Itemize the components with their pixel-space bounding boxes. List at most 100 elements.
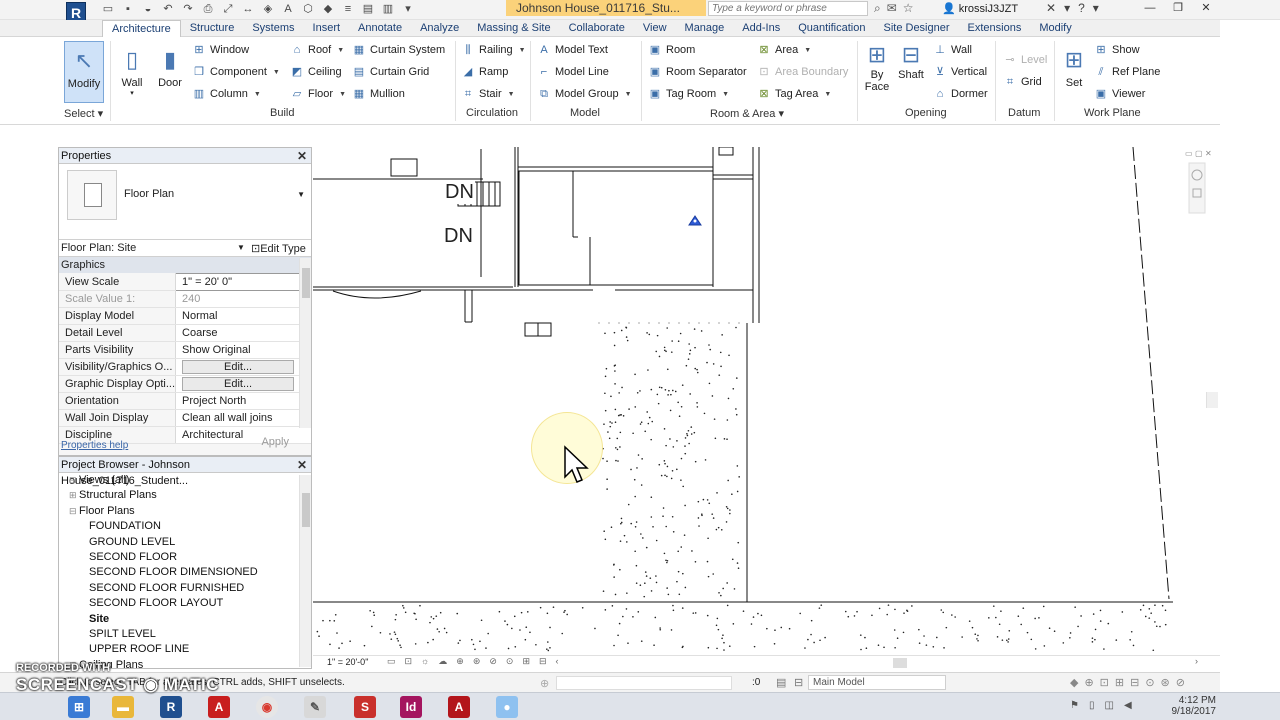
- properties-close-icon[interactable]: ✕: [297, 148, 307, 164]
- edit-type-button[interactable]: ⊡Edit Type: [251, 242, 306, 255]
- wall-button[interactable]: ▯ Wall ▾: [112, 41, 152, 103]
- autodesk-taskbar-icon[interactable]: A: [208, 696, 230, 718]
- qat-dropdown-icon[interactable]: ▾: [400, 1, 416, 17]
- design-option-select[interactable]: Main Model: [808, 675, 946, 690]
- collapse-icon[interactable]: ⊟: [69, 506, 79, 516]
- type-selector[interactable]: Floor Plan ▼: [59, 164, 311, 240]
- view-minimize-icon[interactable]: ▭: [1185, 149, 1193, 158]
- dormer-tool[interactable]: ⌂ Dormer: [933, 86, 988, 102]
- model-group-dropdown-icon[interactable]: ▼: [625, 91, 632, 98]
- browser-scroll-thumb[interactable]: [302, 493, 310, 527]
- redo-icon[interactable]: ↷: [180, 1, 196, 17]
- editable-only-icon[interactable]: ▤: [776, 676, 786, 689]
- browser-node[interactable]: FOUNDATION: [59, 519, 311, 534]
- help-search-input[interactable]: [712, 2, 867, 15]
- indesign-taskbar-icon[interactable]: Id: [400, 696, 422, 718]
- tab-annotate[interactable]: Annotate: [349, 20, 411, 37]
- browser-node[interactable]: SECOND FLOOR LAYOUT: [59, 596, 311, 611]
- railing-dropdown-icon[interactable]: ▼: [519, 47, 526, 54]
- browser-node[interactable]: ⊟ Floor Plans: [59, 504, 311, 519]
- property-value[interactable]: Coarse: [175, 324, 311, 342]
- tag-area-tool[interactable]: ⊠ Tag Area ▼: [757, 86, 831, 102]
- browser-node[interactable]: SPILT LEVEL: [59, 627, 311, 642]
- model-line-tool[interactable]: ⌐ Model Line: [537, 64, 609, 80]
- property-value[interactable]: 1" = 20' 0": [175, 273, 311, 291]
- property-value[interactable]: Normal: [175, 307, 311, 325]
- ceiling-tool[interactable]: ◩ Ceiling: [290, 64, 342, 80]
- ramp-tool[interactable]: ◢ Ramp: [461, 64, 509, 80]
- property-edit-button[interactable]: Edit...: [182, 377, 295, 391]
- railing-tool[interactable]: ⫼ Railing ▼: [461, 42, 526, 58]
- tray-network-icon[interactable]: ◫: [1104, 700, 1113, 711]
- browser-scrollbar[interactable]: [299, 475, 311, 667]
- star-icon[interactable]: ☆: [903, 1, 914, 16]
- shaft-button[interactable]: ⊟ Shaft: [892, 41, 930, 103]
- room-separator-tool[interactable]: ▣ Room Separator: [648, 64, 747, 80]
- component-dropdown-icon[interactable]: ▼: [273, 69, 280, 76]
- selection-filter-icons[interactable]: ◆⊕⊡⊞⊟⊙⊛⊘: [1070, 676, 1191, 689]
- mullion-tool[interactable]: ▦ Mullion: [352, 86, 405, 102]
- tray-flag-icon[interactable]: ⚑: [1070, 700, 1079, 711]
- model-group-tool[interactable]: ⧉ Model Group ▼: [537, 86, 632, 102]
- area-tool[interactable]: ⊠ Area ▼: [757, 42, 811, 58]
- area-dropdown-icon[interactable]: ▼: [804, 47, 811, 54]
- user-account[interactable]: 👤 krossiJ3JZT: [942, 2, 1018, 15]
- grid-tool[interactable]: ⌗ Grid: [1003, 74, 1042, 90]
- file-explorer-icon[interactable]: ▬: [112, 696, 134, 718]
- tray-volume-icon[interactable]: ◀: [1124, 700, 1132, 711]
- 3d-view-icon[interactable]: ⬡: [300, 1, 316, 17]
- graphics-group-header[interactable]: Graphics: [59, 257, 311, 273]
- tab-extensions[interactable]: Extensions: [959, 20, 1031, 37]
- print-icon[interactable]: ⎙: [200, 1, 216, 17]
- stair-dropdown-icon[interactable]: ▼: [508, 91, 515, 98]
- design-options-icon[interactable]: ⊟: [794, 676, 803, 689]
- tray-battery-icon[interactable]: ▯: [1089, 700, 1095, 711]
- revit-taskbar-icon[interactable]: R: [160, 696, 182, 718]
- measure-icon[interactable]: ⤢: [220, 1, 236, 17]
- curtain-grid-tool[interactable]: ▤ Curtain Grid: [352, 64, 430, 80]
- browser-node[interactable]: GROUND LEVEL: [59, 535, 311, 550]
- vertical-opening-tool[interactable]: ⊻ Vertical: [933, 64, 987, 80]
- drawing-area[interactable]: ▭ ▢ ✕ DN DN: [313, 147, 1220, 655]
- browser-node[interactable]: ⊞ Structural Plans: [59, 488, 311, 503]
- close-hidden-icon[interactable]: ▤: [360, 1, 376, 17]
- roof-dropdown-icon[interactable]: ▼: [337, 47, 344, 54]
- viewer-tool[interactable]: ▣ Viewer: [1094, 86, 1146, 102]
- expand-icon[interactable]: ⊞: [69, 490, 79, 500]
- instance-filter-dropdown-icon[interactable]: ▼: [237, 243, 245, 252]
- project-browser-close-icon[interactable]: ✕: [297, 457, 307, 473]
- tag-room-dropdown-icon[interactable]: ▼: [722, 91, 729, 98]
- property-edit-button[interactable]: Edit...: [182, 360, 295, 374]
- dimension-icon[interactable]: ↔: [240, 1, 256, 17]
- app-taskbar-icon[interactable]: ✎: [304, 696, 326, 718]
- area-boundary-tool[interactable]: ⊡ Area Boundary: [757, 64, 848, 80]
- switch-windows-icon[interactable]: ▥: [380, 1, 396, 17]
- modify-button[interactable]: ↖ Modify: [64, 41, 104, 103]
- room-area-panel-label[interactable]: Room & Area ▾: [710, 107, 784, 120]
- restore-button[interactable]: ❐: [1164, 0, 1192, 16]
- tab-architecture[interactable]: Architecture: [102, 20, 181, 37]
- thin-lines-icon[interactable]: ≡: [340, 1, 356, 17]
- browser-node[interactable]: ⊟ Views (all): [59, 473, 311, 488]
- view-scale-selector[interactable]: 1" = 20'-0": [327, 657, 368, 667]
- property-edit-cell[interactable]: Edit...: [175, 358, 311, 376]
- column-dropdown-icon[interactable]: ▼: [254, 91, 261, 98]
- wall-opening-tool[interactable]: ⊥ Wall: [933, 42, 972, 58]
- tag-icon[interactable]: ◈: [260, 1, 276, 17]
- undo-icon[interactable]: ↶: [160, 1, 176, 17]
- drawing-scrollbar[interactable]: [1206, 392, 1218, 408]
- tab-quantification[interactable]: Quantification: [789, 20, 874, 37]
- model-text-tool[interactable]: A Model Text: [537, 42, 608, 58]
- chrome-taskbar-icon[interactable]: ◉: [256, 696, 278, 718]
- tab-structure[interactable]: Structure: [181, 20, 244, 37]
- horizontal-scroll-thumb[interactable]: [893, 658, 907, 668]
- curtain-system-tool[interactable]: ▦ Curtain System: [352, 42, 445, 58]
- help-menu-dropdown-icon[interactable]: ▾: [1093, 1, 1099, 15]
- view-restore-icon[interactable]: ▢: [1195, 149, 1203, 158]
- tab-collaborate[interactable]: Collaborate: [560, 20, 634, 37]
- acrobat-taskbar-icon[interactable]: A: [448, 696, 470, 718]
- save-icon[interactable]: ▪: [120, 1, 136, 17]
- help-icon[interactable]: ?: [1078, 1, 1085, 15]
- view-close-icon[interactable]: ✕: [1205, 149, 1212, 158]
- properties-help-link[interactable]: Properties help: [61, 440, 128, 451]
